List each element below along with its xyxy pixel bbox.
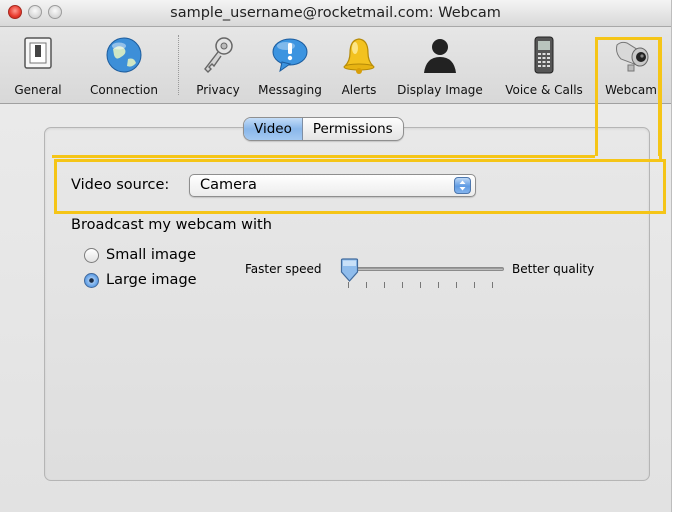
toolbar-label-messaging: Messaging — [258, 83, 322, 97]
broadcast-label: Broadcast my webcam with — [71, 217, 272, 233]
toolbar-label-privacy: Privacy — [196, 83, 240, 97]
keys-icon — [204, 37, 233, 73]
window-title: sample_username@rocketmail.com: Webcam — [170, 5, 501, 21]
tab-permissions[interactable]: Permissions — [303, 118, 403, 140]
slider-ticks — [348, 282, 498, 290]
large-image-label: Large image — [106, 272, 197, 288]
slider-max-label: Better quality — [512, 262, 595, 276]
toolbar-item-voice-calls[interactable]: Voice & Calls — [494, 27, 594, 103]
speech-bubble-icon — [272, 38, 308, 73]
small-image-label: Small image — [106, 247, 197, 263]
preferences-window: sample_username@rocketmail.com: Webcam G… — [0, 0, 672, 512]
toolbar-item-connection[interactable]: Connection — [78, 27, 170, 103]
slider-tick — [438, 282, 439, 288]
toolbar-item-privacy[interactable]: Privacy — [188, 27, 248, 103]
small-image-radio[interactable] — [84, 248, 99, 263]
preferences-toolbar: General Connection Privacy Messaging Ale… — [0, 27, 671, 104]
title-bar[interactable]: sample_username@rocketmail.com: Webcam — [0, 0, 671, 27]
video-source-highlight-frame — [54, 159, 666, 214]
slider-tick — [420, 282, 421, 288]
toolbar-item-general[interactable]: General — [0, 27, 76, 103]
toolbar-item-alerts[interactable]: Alerts — [332, 27, 386, 103]
toolbar-label-display-image: Display Image — [397, 83, 483, 97]
toolbar-separator — [178, 35, 179, 95]
highlight-connector-vertical — [659, 37, 662, 159]
highlight-connector — [52, 155, 595, 158]
slider-tick — [474, 282, 475, 288]
toolbar-item-display-image[interactable]: Display Image — [388, 27, 492, 103]
toolbar-label-connection: Connection — [90, 83, 158, 97]
slider-tick — [456, 282, 457, 288]
slider-tick — [402, 282, 403, 288]
toolbar-label-general: General — [14, 83, 62, 97]
large-image-radio[interactable] — [84, 273, 99, 288]
slider-tick — [366, 282, 367, 288]
toolbar-label-voice-calls: Voice & Calls — [505, 83, 583, 97]
bell-icon — [343, 38, 375, 74]
toolbar-label-alerts: Alerts — [341, 83, 377, 97]
person-silhouette-icon — [424, 39, 456, 73]
quality-slider-thumb[interactable] — [340, 258, 359, 283]
slider-tick — [384, 282, 385, 288]
quality-slider-track[interactable] — [342, 267, 504, 271]
webcam-highlight-frame — [595, 37, 661, 156]
tab-segmented-control: Video Permissions — [243, 117, 404, 141]
slider-min-label: Faster speed — [245, 262, 322, 276]
tab-video[interactable]: Video — [244, 118, 303, 140]
toolbar-item-messaging[interactable]: Messaging — [250, 27, 330, 103]
switch-icon — [24, 37, 52, 69]
slider-tick — [492, 282, 493, 288]
globe-icon — [106, 37, 142, 73]
phone-icon — [534, 36, 554, 74]
